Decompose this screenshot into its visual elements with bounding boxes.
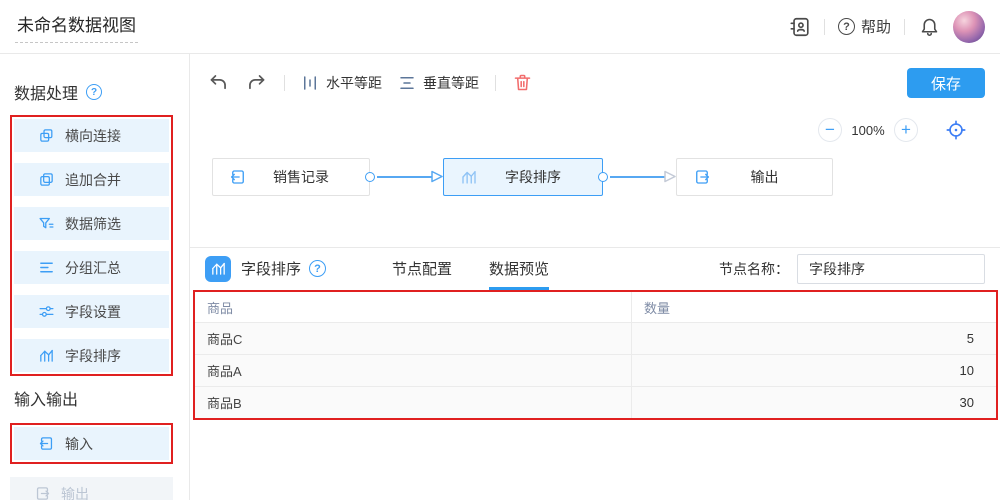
field-sort-icon [38, 347, 55, 364]
flow-node-field-sort-selected[interactable]: 字段排序 [443, 158, 603, 196]
sidebar-item-label: 数据筛选 [65, 214, 121, 234]
topbar-actions: ? 帮助 [789, 11, 985, 43]
edge-line [610, 176, 665, 178]
table-row[interactable]: 商品B 30 [195, 386, 996, 418]
sidebar-item-horizontal-join[interactable]: 横向连接 [14, 119, 169, 152]
quantity-cell: 5 [632, 323, 996, 354]
help-label: 帮助 [861, 16, 891, 37]
save-button[interactable]: 保存 [907, 68, 985, 98]
flow-node-output[interactable]: 输出 [676, 158, 833, 196]
vertical-spacing-label: 垂直等距 [423, 73, 479, 93]
sidebar-item-label: 字段设置 [65, 302, 121, 322]
sidebar-item-input[interactable]: 输入 [14, 427, 169, 460]
divider [824, 19, 825, 35]
panel-tabs: 节点配置 数据预览 [392, 247, 549, 290]
horizontal-spacing-button[interactable]: 水平等距 [301, 73, 382, 93]
sidebar-item-output-disabled: 输出 [10, 477, 173, 500]
help-button[interactable]: ? 帮助 [838, 16, 891, 37]
sidebar-item-label: 输入 [65, 434, 93, 454]
undo-icon[interactable] [208, 72, 230, 94]
notification-bell-icon[interactable] [918, 16, 940, 38]
sidebar-item-label: 字段排序 [65, 346, 121, 366]
redo-icon[interactable] [246, 72, 268, 94]
field-sort-badge-icon [205, 256, 231, 282]
vertical-spacing-icon [398, 74, 416, 92]
section-title-data-processing: 数据处理 ? [14, 80, 102, 104]
node-name-label: 节点名称： [719, 259, 789, 279]
product-cell: 商品B [195, 387, 632, 418]
center-canvas-icon[interactable] [945, 119, 967, 141]
top-bar: 未命名数据视图 ? 帮助 [0, 0, 1000, 54]
node-label: 字段排序 [478, 167, 588, 187]
sidebar: 数据处理 ? 横向连接 追加合并 数据筛选 分组汇总 字段设置 [0, 54, 190, 500]
node-label: 输出 [711, 167, 818, 187]
table-header-row: 商品 数量 [195, 292, 996, 322]
zoom-level: 100% [851, 123, 885, 138]
quantity-cell: 10 [632, 355, 996, 386]
sidebar-item-label: 分组汇总 [65, 258, 121, 278]
edge-line [377, 176, 432, 178]
sidebar-item-data-filter[interactable]: 数据筛选 [14, 207, 169, 240]
divider [284, 75, 285, 91]
table-row[interactable]: 商品C 5 [195, 322, 996, 354]
sidebar-item-field-settings[interactable]: 字段设置 [14, 295, 169, 328]
edge-arrowhead-icon [431, 170, 443, 183]
data-flow-app: 未命名数据视图 ? 帮助 数据处理 ? 横向连接 追加合并 [0, 0, 1000, 500]
data-preview-table: 商品 数量 商品C 5 商品A 10 商品B 30 [193, 290, 998, 420]
divider [495, 75, 496, 91]
user-avatar[interactable] [953, 11, 985, 43]
horizontal-spacing-label: 水平等距 [326, 73, 382, 93]
input-icon [229, 168, 247, 186]
zoom-controls: − 100% + [818, 118, 967, 142]
horizontal-join-icon [38, 127, 55, 144]
contacts-icon[interactable] [789, 16, 811, 38]
output-icon [34, 485, 51, 500]
panel-title: 字段排序 [241, 258, 301, 279]
output-port[interactable] [598, 172, 608, 182]
sidebar-item-append-merge[interactable]: 追加合并 [14, 163, 169, 196]
tab-node-config[interactable]: 节点配置 [392, 247, 452, 290]
canvas-area: 水平等距 垂直等距 保存 − 100% + 销售记录 字段排序 [190, 54, 1000, 500]
question-circle-icon[interactable]: ? [309, 260, 326, 277]
node-name-group: 节点名称： [719, 254, 985, 284]
field-sort-icon [460, 168, 478, 186]
product-cell: 商品A [195, 355, 632, 386]
product-cell: 商品C [195, 323, 632, 354]
question-circle-icon[interactable]: ? [86, 84, 102, 100]
question-circle-icon: ? [838, 18, 855, 35]
section-title-input-output: 输入输出 [14, 386, 78, 410]
annotation-box-processing: 横向连接 追加合并 数据筛选 分组汇总 字段设置 字段排序 [10, 115, 173, 376]
sidebar-item-field-sort[interactable]: 字段排序 [14, 339, 169, 372]
output-port[interactable] [365, 172, 375, 182]
document-title[interactable]: 未命名数据视图 [15, 11, 138, 43]
table-row[interactable]: 商品A 10 [195, 354, 996, 386]
column-header-product: 商品 [195, 292, 632, 322]
annotation-box-input: 输入 [10, 423, 173, 464]
panel-header: 字段排序 ? 节点配置 数据预览 节点名称： [190, 247, 1000, 290]
tab-data-preview[interactable]: 数据预览 [489, 247, 549, 290]
sidebar-item-label: 输出 [61, 484, 89, 500]
sidebar-item-group-summary[interactable]: 分组汇总 [14, 251, 169, 284]
sidebar-item-label: 追加合并 [65, 170, 121, 190]
divider [904, 19, 905, 35]
zoom-in-button[interactable]: + [894, 118, 918, 142]
quantity-cell: 30 [632, 387, 996, 418]
node-label: 销售记录 [247, 167, 355, 187]
sidebar-item-label: 横向连接 [65, 126, 121, 146]
column-header-quantity: 数量 [632, 292, 996, 322]
flow-node-sales-records[interactable]: 销售记录 [212, 158, 370, 196]
node-name-input[interactable] [797, 254, 985, 284]
field-settings-icon [38, 303, 55, 320]
group-summary-icon [38, 259, 55, 276]
vertical-spacing-button[interactable]: 垂直等距 [398, 73, 479, 93]
append-merge-icon [38, 171, 55, 188]
data-filter-icon [38, 215, 55, 232]
output-icon [693, 168, 711, 186]
input-icon [38, 435, 55, 452]
delete-trash-icon[interactable] [512, 72, 534, 94]
zoom-out-button[interactable]: − [818, 118, 842, 142]
canvas-toolbar: 水平等距 垂直等距 [208, 68, 534, 98]
edge-arrowhead-icon [664, 170, 676, 183]
horizontal-spacing-icon [301, 74, 319, 92]
